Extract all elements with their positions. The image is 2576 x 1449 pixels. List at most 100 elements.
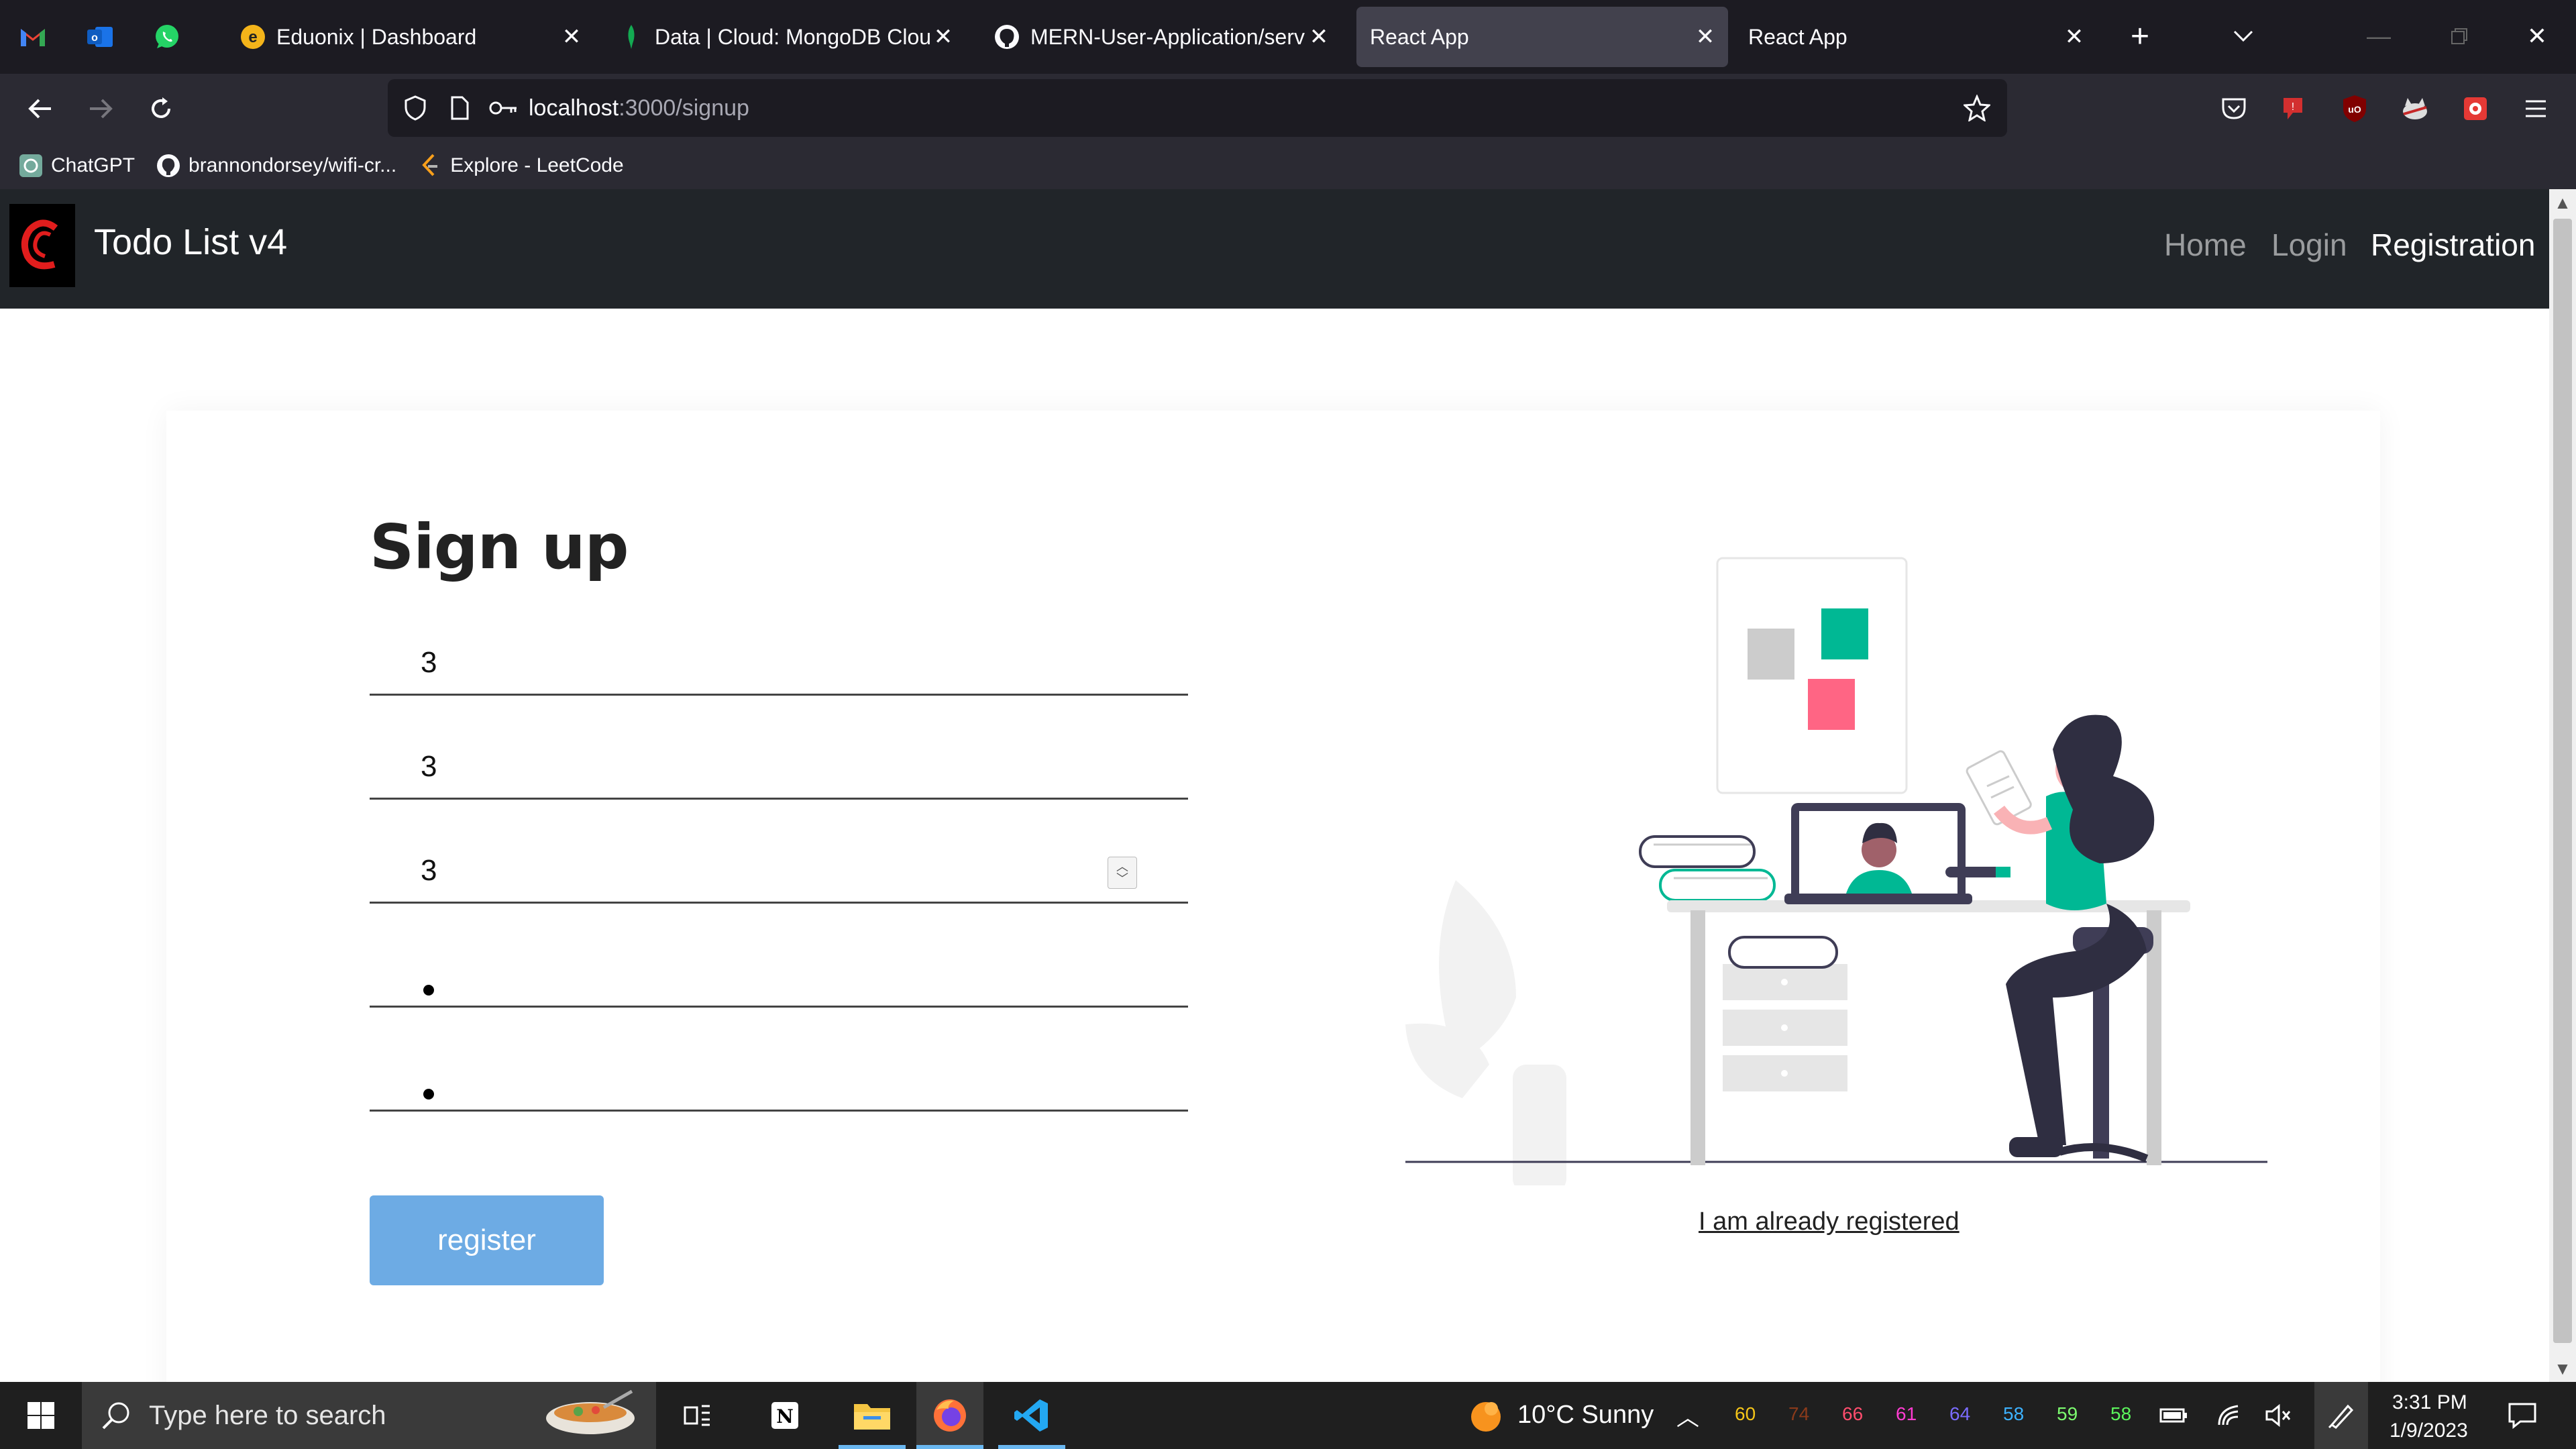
pocket-icon bbox=[2222, 98, 2246, 119]
number-stepper[interactable]: ︿ ﹀ bbox=[1108, 857, 1137, 889]
outlook-pinned-tab[interactable]: o bbox=[83, 20, 117, 54]
firefox-taskbar-button[interactable] bbox=[916, 1382, 983, 1449]
extension-game-button[interactable] bbox=[2455, 89, 2496, 129]
grey-note bbox=[1748, 629, 1794, 680]
notifications-button[interactable] bbox=[2496, 1382, 2549, 1449]
file-explorer-taskbar-button[interactable] bbox=[839, 1382, 906, 1449]
page-scrollbar[interactable]: ▲ ▼ bbox=[2549, 189, 2576, 1382]
close-icon[interactable]: ✕ bbox=[1305, 23, 1332, 50]
name-field[interactable]: 3 bbox=[370, 615, 1188, 696]
nav-link-home[interactable]: Home bbox=[2164, 227, 2247, 263]
bookmark-label: Explore - LeetCode bbox=[450, 154, 624, 176]
already-registered-link[interactable]: I am already registered bbox=[1699, 1208, 1960, 1236]
chevron-up-icon[interactable]: ︿ bbox=[1116, 861, 1128, 873]
password-field[interactable] bbox=[370, 927, 1188, 1008]
bookmark-star-icon[interactable] bbox=[1960, 91, 1994, 125]
address-bar[interactable]: localhost:3000/signup bbox=[388, 79, 2007, 137]
network-button[interactable] bbox=[2210, 1382, 2250, 1449]
scroll-down-arrow-icon[interactable]: ▼ bbox=[2549, 1355, 2576, 1382]
scroll-thumb[interactable] bbox=[2553, 219, 2572, 1343]
sun-icon bbox=[1471, 1402, 1501, 1432]
register-button[interactable]: register bbox=[370, 1195, 604, 1285]
key-icon[interactable] bbox=[487, 91, 521, 125]
show-hidden-icons-button[interactable]: ︿ bbox=[1668, 1382, 1708, 1449]
puzzle-extension-icon bbox=[2464, 97, 2487, 120]
minimize-icon: — bbox=[2367, 22, 2391, 50]
svg-text:o: o bbox=[91, 32, 98, 44]
notion-taskbar-button[interactable]: N bbox=[758, 1382, 812, 1449]
chevron-down-icon[interactable]: ﹀ bbox=[1116, 873, 1128, 885]
scroll-up-arrow-icon[interactable]: ▲ bbox=[2549, 189, 2576, 216]
weather-widget[interactable] bbox=[1462, 1382, 1509, 1449]
clock-time[interactable]: 3:31 PM bbox=[2392, 1391, 2467, 1414]
brand-logo[interactable] bbox=[9, 204, 75, 287]
email-field[interactable]: 3 bbox=[370, 719, 1188, 800]
gmail-pinned-tab[interactable] bbox=[16, 20, 50, 54]
battery-button[interactable] bbox=[2153, 1382, 2194, 1449]
tab-eduonix[interactable]: e Eduonix | Dashboard ✕ bbox=[225, 7, 594, 67]
bookmark-leetcode[interactable]: Explore - LeetCode bbox=[417, 152, 624, 179]
book-stack bbox=[1639, 835, 1776, 902]
close-icon[interactable]: ✕ bbox=[558, 23, 585, 50]
wifi-icon bbox=[2218, 1405, 2239, 1426]
phone-field[interactable]: 3 ︿ ﹀ bbox=[370, 823, 1188, 904]
gmail-icon bbox=[21, 29, 45, 46]
close-icon[interactable]: ✕ bbox=[2061, 23, 2088, 50]
pen-workspace-button[interactable] bbox=[2314, 1382, 2368, 1449]
search-placeholder: Type here to search bbox=[149, 1400, 386, 1430]
tab-react-app[interactable]: React App ✕ bbox=[1735, 7, 2097, 67]
windows-logo-icon bbox=[28, 1402, 54, 1429]
nav-link-registration[interactable]: Registration bbox=[2371, 227, 2535, 263]
reload-icon bbox=[152, 97, 170, 118]
nav-link-login[interactable]: Login bbox=[2271, 227, 2347, 263]
tab-github[interactable]: MERN-User-Application/server ✕ bbox=[979, 7, 1342, 67]
close-window-button[interactable]: ✕ bbox=[2516, 15, 2559, 58]
reload-button[interactable] bbox=[141, 89, 181, 129]
minimize-button[interactable]: — bbox=[2357, 15, 2400, 58]
bookmark-label: ChatGPT bbox=[51, 154, 136, 176]
whatsapp-icon bbox=[156, 25, 178, 48]
list-all-tabs-button[interactable] bbox=[2222, 15, 2265, 58]
extension-cat-button[interactable] bbox=[2395, 89, 2435, 129]
bookmark-wifi-cracking[interactable]: brannondorsey/wifi-cr... bbox=[155, 152, 396, 179]
close-icon[interactable]: ✕ bbox=[930, 23, 957, 50]
tab-mongodb[interactable]: Data | Cloud: MongoDB Cloud ✕ bbox=[604, 7, 966, 67]
taskbar-search-box[interactable]: Type here to search bbox=[82, 1382, 656, 1449]
svg-text:!: ! bbox=[2292, 101, 2294, 113]
search-icon bbox=[102, 1402, 129, 1430]
shield-icon[interactable] bbox=[398, 91, 432, 125]
page-title: Sign up bbox=[370, 511, 629, 583]
url-text: localhost:3000/signup bbox=[529, 95, 749, 121]
clock-date[interactable]: 1/9/2023 bbox=[2390, 1419, 2468, 1442]
start-button[interactable] bbox=[0, 1382, 82, 1449]
page-info-icon[interactable] bbox=[443, 91, 476, 125]
whatsapp-pinned-tab[interactable] bbox=[150, 20, 184, 54]
volume-button[interactable] bbox=[2258, 1382, 2298, 1449]
forward-button[interactable] bbox=[80, 89, 121, 129]
windows-taskbar: Type here to search N 10°C Sunny ︿ 60 74… bbox=[0, 1382, 2576, 1449]
app-navbar: Todo List v4 Home Login Registration bbox=[0, 189, 2549, 309]
task-view-icon bbox=[684, 1405, 710, 1426]
weather-text[interactable]: 10°C Sunny bbox=[1517, 1401, 1654, 1430]
github-icon bbox=[993, 23, 1021, 51]
tab-label: Data | Cloud: MongoDB Cloud bbox=[655, 24, 930, 49]
pocket-button[interactable] bbox=[2214, 89, 2254, 129]
close-icon[interactable]: ✕ bbox=[1692, 23, 1719, 50]
brand-name[interactable]: Todo List v4 bbox=[94, 221, 287, 263]
task-view-button[interactable] bbox=[671, 1382, 724, 1449]
restore-button[interactable] bbox=[2438, 15, 2481, 58]
confirm-password-field[interactable] bbox=[370, 1031, 1188, 1112]
back-button[interactable] bbox=[20, 89, 60, 129]
woman-figure bbox=[1945, 714, 2155, 1163]
outlook-icon: o bbox=[87, 27, 113, 47]
new-tab-button[interactable]: + bbox=[2118, 15, 2161, 58]
bookmark-chatgpt[interactable]: ChatGPT bbox=[17, 152, 135, 179]
page-viewport: Todo List v4 Home Login Registration Sig… bbox=[0, 189, 2549, 1382]
tab-react-app-active[interactable]: React App ✕ bbox=[1356, 7, 1728, 67]
ublock-button[interactable]: uO bbox=[2334, 89, 2375, 129]
vscode-taskbar-button[interactable] bbox=[998, 1382, 1065, 1449]
app-menu-button[interactable] bbox=[2516, 89, 2556, 129]
perf-counter: 74 bbox=[1788, 1403, 1810, 1424]
extension-dislike-button[interactable]: ! bbox=[2274, 89, 2314, 129]
desk-drawers bbox=[1723, 964, 1847, 1091]
